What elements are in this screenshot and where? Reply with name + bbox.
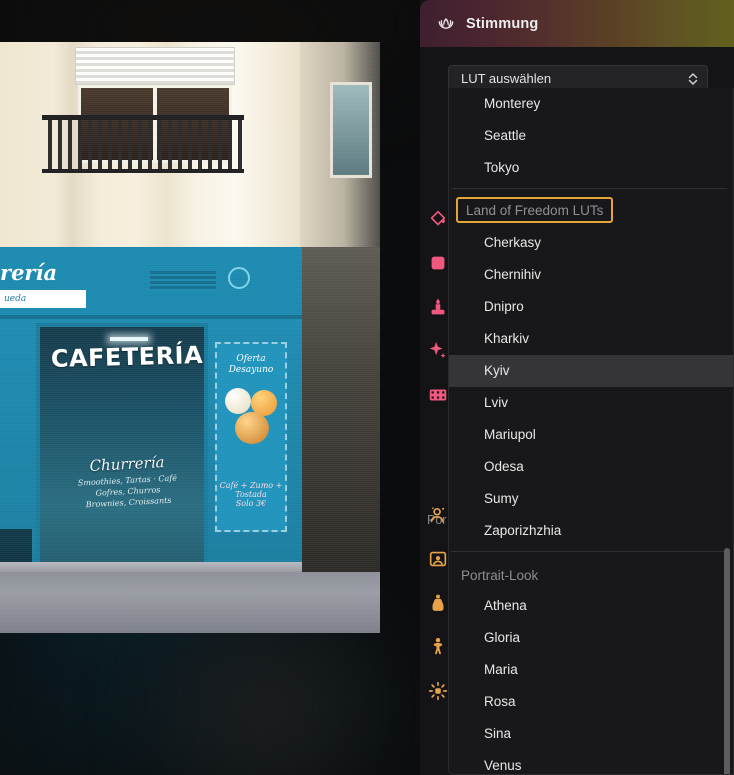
photo-preview[interactable]: CAFETERÍA Churrería Smoothies, Tartas · … <box>0 42 380 633</box>
listbox-group: Portrait-Look <box>449 556 733 590</box>
listbox-option[interactable]: Zaporizhzhia <box>449 515 733 547</box>
listbox-group: Land of Freedom LUTs <box>449 193 733 227</box>
sparkle-icon[interactable] <box>427 340 449 362</box>
listbox-option[interactable]: Kyiv <box>449 355 733 387</box>
listbox-option[interactable]: Dnipro <box>449 291 733 323</box>
photo-left-sign: rería <box>0 260 58 285</box>
listbox-option[interactable]: Kharkiv <box>449 323 733 355</box>
listbox-option[interactable]: Chernihiv <box>449 259 733 291</box>
photo-vent-grille <box>150 271 216 291</box>
candle-icon[interactable] <box>427 296 449 318</box>
listbox-option[interactable]: Venus <box>449 750 733 774</box>
photo-poster-food-icon <box>225 388 281 446</box>
listbox-separator <box>451 188 727 189</box>
photo-right-window <box>330 82 372 178</box>
panel-header: Stimmung <box>420 0 734 47</box>
photo-wall-fixture-icon <box>228 267 250 289</box>
photo-poster-price: Café + Zumo + Tostada Solo 3€ <box>219 481 283 508</box>
lotus-icon <box>436 14 456 34</box>
person-retouch-icon[interactable] <box>427 504 449 526</box>
photo-street <box>0 572 380 633</box>
listbox-scrollbar-thumb[interactable] <box>724 548 730 774</box>
listbox-group-header: Land of Freedom LUTs <box>456 197 614 223</box>
lut-select-value: LUT auswählen <box>461 71 552 86</box>
photo-sign-cafeteria: CAFETERÍA <box>50 341 204 373</box>
listbox-option[interactable]: Tokyo <box>449 152 733 184</box>
mood-panel: Stimmung Por LUT auswählen Monterey Seat… <box>420 0 734 775</box>
listbox-option[interactable]: Sina <box>449 718 733 750</box>
lut-listbox[interactable]: Monterey Seattle Tokyo Land of Freedom LUTs… <box>448 88 734 775</box>
body-figure-icon[interactable] <box>427 636 449 658</box>
blemish-removal-icon[interactable] <box>427 680 449 702</box>
chevron-up-down-icon <box>687 71 699 87</box>
listbox-option[interactable]: Gloria <box>449 622 733 654</box>
listbox-option[interactable]: Maria <box>449 654 733 686</box>
photo-poster-title: Oferta Desayuno <box>228 354 274 375</box>
portrait-frame-icon[interactable] <box>427 548 449 570</box>
rounded-square-icon[interactable] <box>427 252 449 274</box>
photo-offer-poster: Oferta Desayuno Café + Zumo + Tostada Solo… <box>215 342 287 532</box>
photo-right-shadow <box>302 247 380 572</box>
listbox-option[interactable]: Odesa <box>449 451 733 483</box>
listbox-option[interactable]: Mariupol <box>449 419 733 451</box>
lotion-bottle-icon[interactable] <box>427 592 449 614</box>
listbox-option[interactable]: Athena <box>449 590 733 622</box>
editor-canvas: CAFETERÍA Churrería Smoothies, Tartas · … <box>0 0 420 775</box>
listbox-option[interactable]: Monterey <box>449 88 733 120</box>
film-strip-icon[interactable] <box>427 384 449 406</box>
listbox-option[interactable]: Seattle <box>449 120 733 152</box>
photo-left-ribbon: ueda <box>0 290 86 308</box>
listbox-group-header: Portrait-Look <box>461 568 539 583</box>
photo-window-shutter <box>75 47 235 85</box>
listbox-option[interactable]: Rosa <box>449 686 733 718</box>
photo-interior-lamp <box>110 337 148 341</box>
listbox-separator <box>451 551 727 552</box>
panel-title: Stimmung <box>466 15 539 32</box>
listbox-option[interactable]: Cherkasy <box>449 227 733 259</box>
paint-bucket-icon[interactable] <box>427 208 449 230</box>
photo-balcony-railing <box>42 115 244 173</box>
canvas-glow <box>180 640 350 775</box>
listbox-option[interactable]: Lviv <box>449 387 733 419</box>
listbox-option[interactable]: Sumy <box>449 483 733 515</box>
